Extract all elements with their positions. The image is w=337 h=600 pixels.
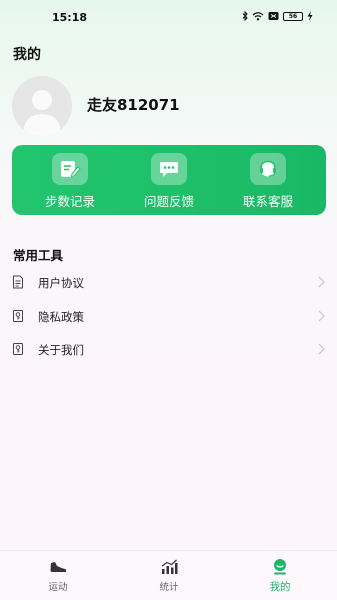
menu-label-user-agreement: 用户协议	[38, 276, 84, 290]
chevron-right-icon	[318, 276, 325, 288]
feedback-button[interactable]: 问题反馈	[124, 145, 214, 215]
info-icon	[13, 343, 23, 355]
document-icon	[13, 275, 23, 289]
bluetooth-icon	[242, 11, 248, 21]
tab-label-sport: 运动	[48, 582, 68, 593]
customer-service-label: 联系客服	[242, 194, 293, 209]
headset-icon	[250, 153, 286, 185]
tab-label-mine: 我的	[269, 581, 291, 593]
shoe-icon	[50, 562, 67, 572]
quick-actions-card: 步数记录 问题反馈 联系客服	[12, 145, 326, 215]
step-records-label: 步数记录	[44, 194, 95, 209]
wifi-icon	[252, 12, 264, 21]
menu-item-user-agreement[interactable]: 用户协议	[0, 268, 337, 298]
stats-icon	[161, 559, 178, 574]
menu-label-privacy-policy: 隐私政策	[38, 310, 84, 324]
tab-sport[interactable]: 运动	[2, 551, 114, 600]
status-icons: 56	[242, 11, 313, 21]
bottom-tab-bar: 运动 统计 我的	[0, 550, 337, 600]
tools-section-title: 常用工具	[13, 248, 64, 263]
battery-icon: 56	[283, 11, 303, 21]
charging-icon	[307, 11, 313, 21]
tab-stats[interactable]: 统计	[113, 551, 225, 600]
tab-mine[interactable]: 我的	[224, 551, 336, 600]
edit-note-icon	[52, 153, 88, 185]
step-records-button[interactable]: 步数记录	[25, 145, 115, 215]
menu-label-about-us: 关于我们	[38, 343, 84, 357]
menu-item-about-us[interactable]: 关于我们	[0, 335, 337, 365]
customer-service-button[interactable]: 联系客服	[223, 145, 313, 215]
status-time: 15:18	[52, 11, 88, 24]
privacy-icon	[13, 310, 23, 322]
avatar[interactable]	[12, 76, 72, 136]
status-bar: 15:18 56	[0, 0, 337, 36]
chat-bubble-icon	[151, 153, 187, 185]
profile-icon	[274, 559, 286, 575]
username: 走友812071	[87, 96, 180, 114]
menu-item-privacy-policy[interactable]: 隐私政策	[0, 302, 337, 332]
feedback-label: 问题反馈	[143, 194, 194, 209]
tab-label-stats: 统计	[159, 582, 179, 593]
default-avatar-icon	[12, 76, 72, 136]
page-title: 我的	[13, 47, 41, 63]
chevron-right-icon	[318, 310, 325, 322]
sim-icon	[268, 12, 279, 20]
chevron-right-icon	[318, 343, 325, 355]
